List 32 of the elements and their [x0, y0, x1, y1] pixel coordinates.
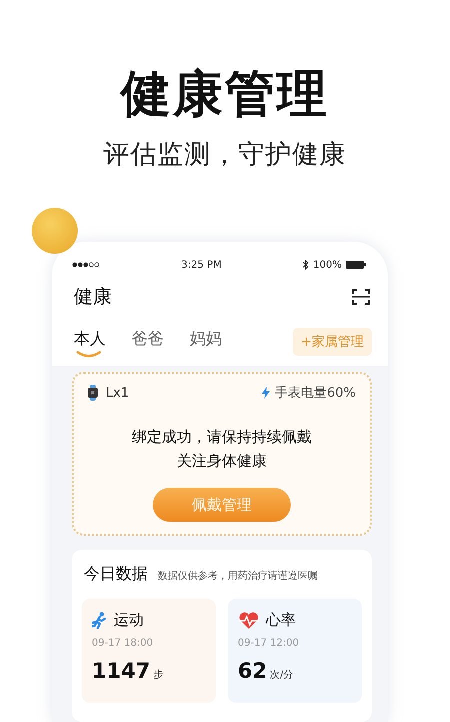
status-message: 关注身体健康 — [177, 451, 267, 472]
person-tab[interactable]: 妈妈 — [190, 328, 222, 356]
status-time: 3:25 PM — [182, 260, 222, 270]
heart-pulse-icon — [238, 612, 260, 630]
battery-percent: 100% — [313, 260, 342, 270]
signal-icon — [72, 262, 100, 268]
watch-icon — [88, 385, 98, 401]
metric-value: 62 — [238, 659, 268, 683]
person-tab[interactable]: 爸爸 — [132, 328, 164, 356]
section-title: 今日数据 — [84, 564, 148, 585]
bluetooth-icon — [303, 260, 310, 270]
metric-title: 心率 — [266, 611, 296, 630]
tab-underline — [76, 351, 102, 358]
metric-unit: 次/分 — [270, 669, 294, 682]
metric-value: 1147 — [92, 659, 150, 683]
scan-icon[interactable] — [352, 289, 370, 305]
status-message: 绑定成功，请保持持续佩戴 — [132, 427, 312, 448]
person-tab[interactable]: 本人 — [74, 328, 106, 356]
metric-time: 09-17 18:00 — [92, 638, 154, 649]
battery-icon — [346, 261, 366, 269]
disclaimer-text: 数据仅供参考，用药治疗请谨遵医嘱 — [158, 570, 318, 583]
metric-unit: 步 — [153, 668, 164, 682]
subtitle: 评估监测，守护健康 — [104, 139, 346, 172]
headline: 健康管理 — [121, 64, 329, 125]
runner-icon — [92, 612, 108, 629]
app-title: 健康 — [74, 285, 112, 310]
device-name: Lx1 — [106, 386, 130, 400]
metric-time: 09-17 12:00 — [238, 638, 300, 649]
metric-title: 运动 — [114, 611, 144, 630]
lightning-icon — [262, 387, 270, 399]
watch-battery-text: 手表电量60% — [275, 385, 356, 402]
decorative-circle — [32, 208, 78, 254]
